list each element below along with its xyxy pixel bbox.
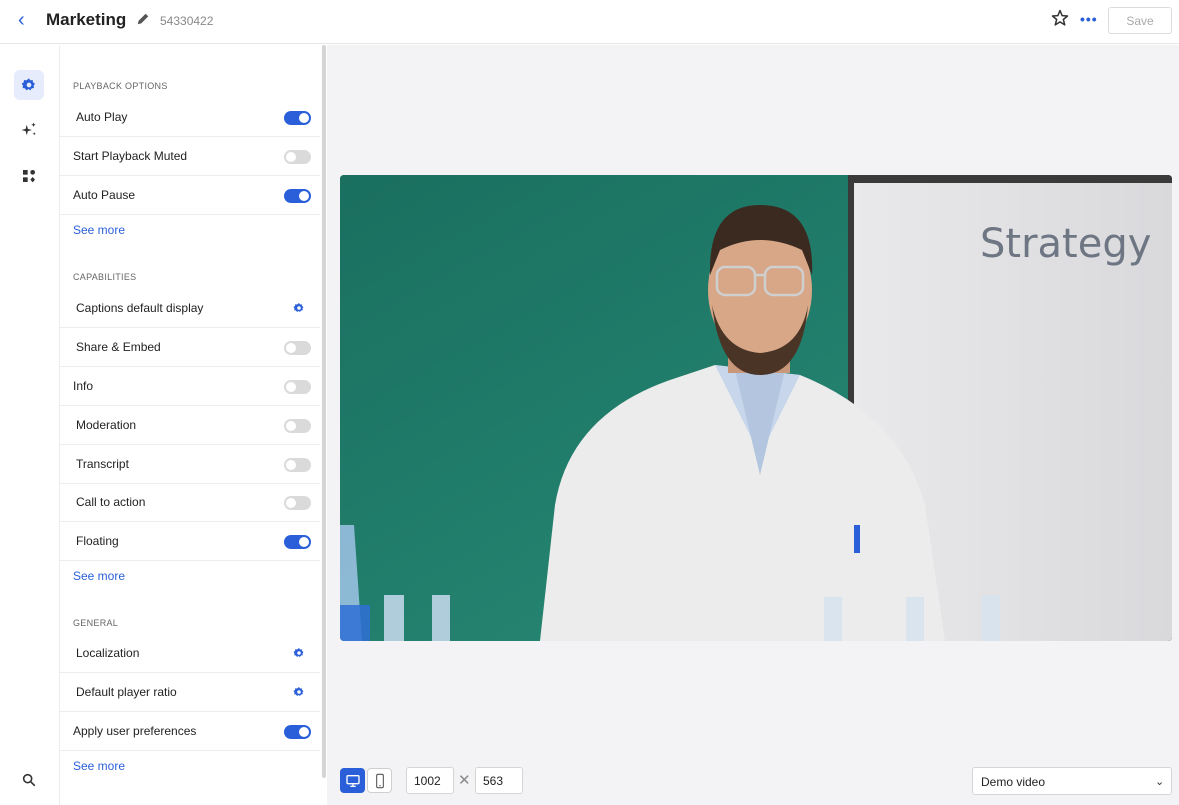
setting-label: Floating (76, 534, 119, 548)
video-frame: Strategy (340, 175, 1172, 641)
setting-row-moderation: Moderation (60, 406, 320, 445)
auto-pause-toggle[interactable] (284, 189, 311, 203)
setting-label: Moderation (76, 418, 137, 432)
transcript-toggle[interactable] (284, 458, 311, 472)
setting-label: Call to action (76, 495, 146, 509)
times-icon: ✕ (458, 772, 471, 789)
setting-label: Auto Play (76, 110, 128, 124)
info-toggle[interactable] (284, 380, 311, 394)
select-value: Demo video (981, 775, 1046, 789)
setting-label: Apply user preferences (73, 724, 197, 738)
captions-settings-gear-icon[interactable] (293, 302, 305, 314)
setting-label: Captions default display (76, 301, 204, 315)
see-more-link-capabilities[interactable]: See more (73, 569, 125, 583)
setting-row-user-preferences: Apply user preferences (60, 712, 320, 751)
back-chevron-icon[interactable]: ‹ (18, 9, 25, 32)
section-title-general: GENERAL (73, 618, 119, 628)
setting-row-player-ratio: Default player ratio (60, 673, 320, 712)
panel-scrollbar[interactable] (322, 45, 326, 778)
setting-row-auto-play: Auto Play (60, 98, 320, 137)
sparkles-icon (21, 122, 36, 136)
settings-panel: PLAYBACK OPTIONS Auto Play Start Playbac… (60, 45, 322, 805)
setting-row-start-muted: Start Playback Muted (60, 137, 320, 176)
desktop-preview-button[interactable] (340, 768, 365, 793)
setting-label: Localization (76, 646, 140, 660)
auto-play-toggle[interactable] (284, 111, 311, 125)
start-muted-toggle[interactable] (284, 150, 311, 164)
page-title: Marketing (46, 10, 127, 29)
setting-row-share-embed: Share & Embed (60, 328, 320, 367)
setting-row-auto-pause: Auto Pause (60, 176, 320, 215)
setting-row-transcript: Transcript (60, 445, 320, 484)
rail-ai-button[interactable] (14, 115, 44, 145)
call-to-action-toggle[interactable] (284, 496, 311, 510)
setting-row-captions: Captions default display (60, 289, 320, 328)
user-preferences-toggle[interactable] (284, 725, 311, 739)
player-id: 54330422 (160, 14, 214, 28)
section-title-capabilities: CAPABILITIES (73, 272, 137, 282)
section-title-playback: PLAYBACK OPTIONS (73, 81, 168, 91)
rail-settings-button[interactable] (14, 70, 44, 100)
share-embed-toggle[interactable] (284, 341, 311, 355)
save-button[interactable]: Save (1108, 7, 1172, 34)
top-bar: ‹ Marketing 54330422 ••• Save (0, 0, 1179, 44)
localization-settings-gear-icon[interactable] (293, 647, 305, 659)
video-player-preview[interactable]: Strategy (340, 175, 1172, 641)
gear-icon (21, 78, 35, 91)
setting-label: Info (73, 379, 94, 393)
icon-rail (0, 45, 60, 805)
search-icon (22, 773, 36, 787)
setting-label: Start Playback Muted (73, 149, 188, 163)
setting-row-localization: Localization (60, 634, 320, 673)
mobile-icon (375, 773, 384, 788)
setting-row-info: Info (60, 367, 320, 406)
chevron-down-icon: ⌄ (1155, 776, 1165, 788)
width-input[interactable] (406, 767, 454, 794)
setting-label: Default player ratio (76, 685, 177, 699)
whiteboard-text: Strategy (980, 221, 1151, 267)
floating-toggle[interactable] (284, 535, 311, 549)
more-options-icon[interactable]: ••• (1080, 11, 1098, 27)
setting-label: Share & Embed (76, 340, 161, 354)
height-input[interactable] (475, 767, 523, 794)
ratio-settings-gear-icon[interactable] (293, 686, 305, 698)
mobile-preview-button[interactable] (367, 768, 392, 793)
desktop-icon (345, 774, 360, 787)
see-more-link-playback[interactable]: See more (73, 223, 125, 237)
star-icon[interactable] (1050, 8, 1070, 28)
setting-label: Transcript (76, 457, 129, 471)
widgets-icon (23, 170, 35, 183)
preview-source-select[interactable]: Demo video ⌄ (972, 767, 1172, 795)
see-more-link-general[interactable]: See more (73, 759, 125, 773)
moderation-toggle[interactable] (284, 419, 311, 433)
pencil-icon[interactable] (136, 12, 150, 26)
setting-row-call-to-action: Call to action (60, 483, 320, 522)
setting-label: Auto Pause (73, 188, 136, 202)
setting-row-floating: Floating (60, 522, 320, 561)
rail-widgets-button[interactable] (14, 161, 44, 191)
rail-search-button[interactable] (14, 765, 44, 795)
